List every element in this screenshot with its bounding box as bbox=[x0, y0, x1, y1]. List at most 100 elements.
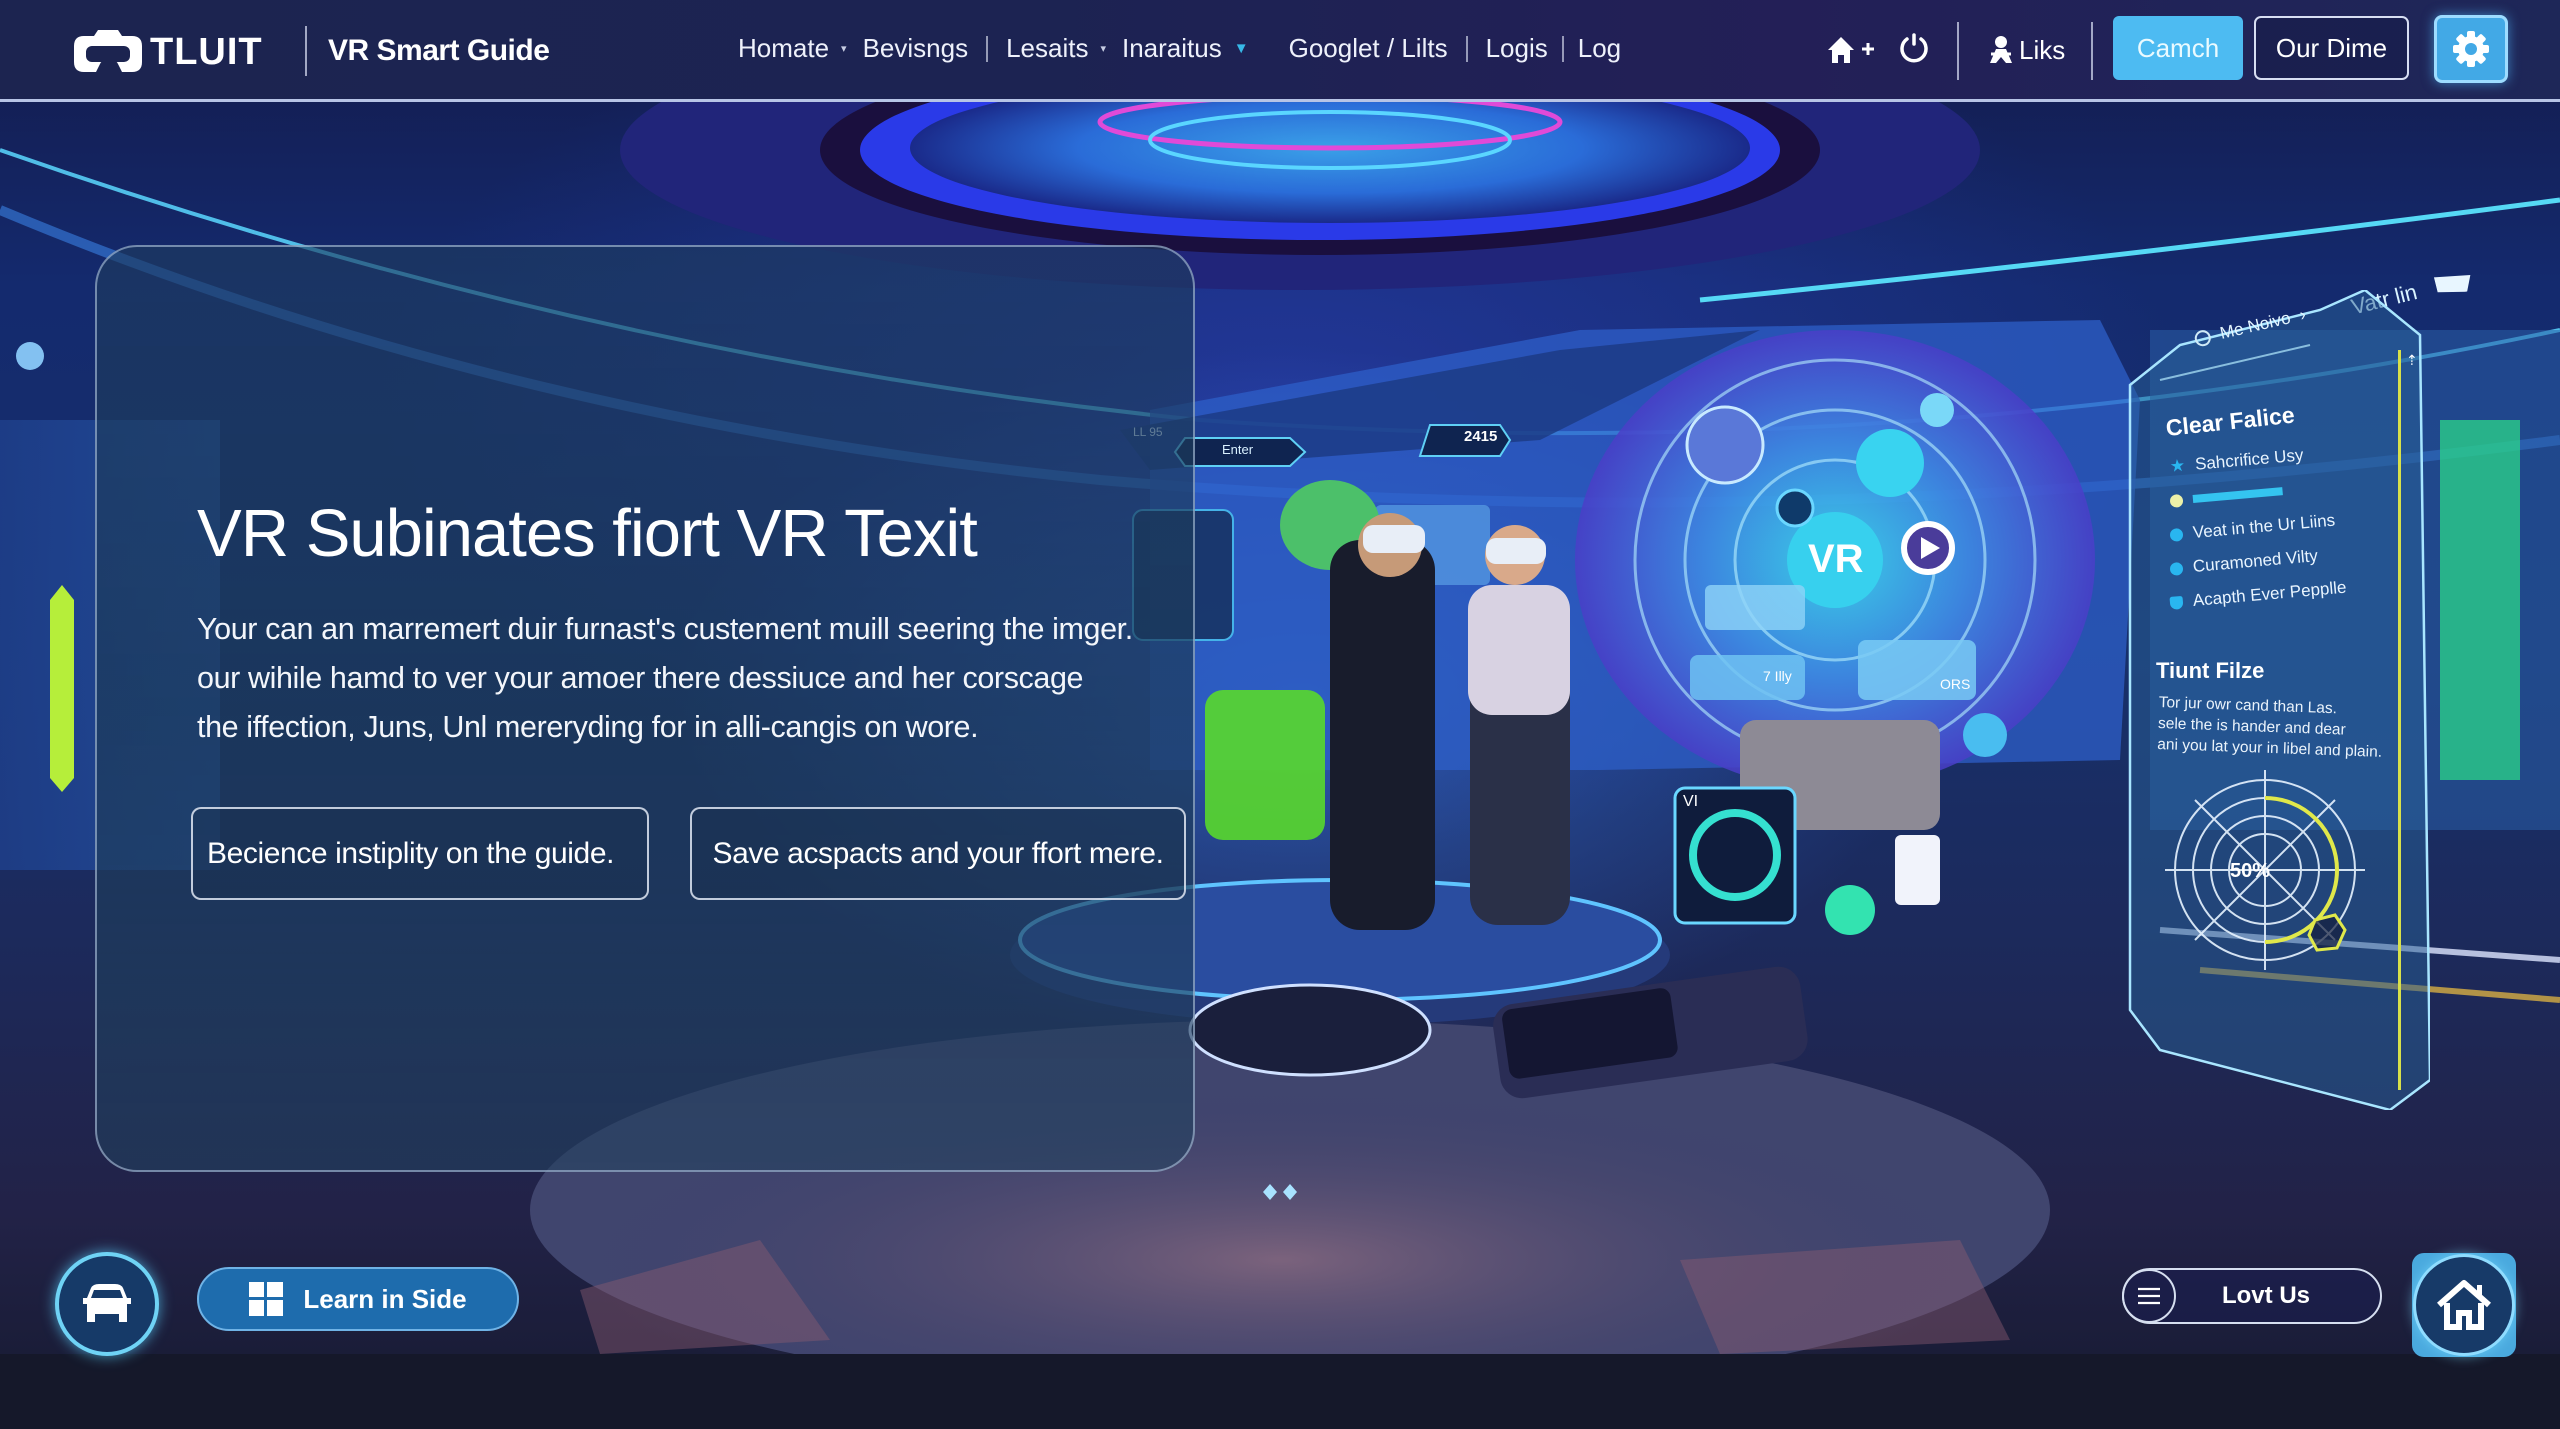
phone-device bbox=[1895, 835, 1940, 905]
hud-chip-left bbox=[1705, 585, 1805, 630]
nav-separator bbox=[986, 35, 989, 62]
nav-label: Logis bbox=[1485, 33, 1548, 63]
vr-headset-woman bbox=[1486, 538, 1546, 564]
lovt-us-label: Lovt Us bbox=[2221, 1282, 2310, 1309]
nav-divider bbox=[2091, 22, 2093, 80]
person-man bbox=[1330, 540, 1435, 930]
hud-list-item-label: Veat in the Ur Liins bbox=[2192, 510, 2336, 542]
main-nav: Homate ▾ Bevisngs Lesaits ▾ Inaraitus ▼ … bbox=[738, 33, 1621, 64]
power-button[interactable] bbox=[1896, 30, 1932, 66]
hud-list-item-label: Curamoned Vilty bbox=[2192, 546, 2319, 576]
nav-item-logis[interactable]: Logis bbox=[1486, 33, 1548, 64]
record-icon bbox=[2193, 328, 2213, 348]
home-plus-icon bbox=[1828, 37, 1874, 63]
nav-label: Bevisngs bbox=[862, 33, 969, 63]
person-woman-shirt bbox=[1468, 585, 1570, 715]
car-icon bbox=[83, 1284, 131, 1322]
nav-divider bbox=[1957, 22, 1959, 80]
bullet-icon bbox=[2169, 561, 2184, 576]
liks-button[interactable]: Liks bbox=[1987, 30, 2065, 70]
nav-separator bbox=[1465, 35, 1468, 62]
nav-item-bevisngs[interactable]: Bevisngs bbox=[863, 33, 969, 64]
hero-panel: VR Subinates fiort VR Texit Your can an … bbox=[95, 245, 1195, 1172]
star-icon: ★ bbox=[2169, 455, 2186, 476]
home-button[interactable] bbox=[2412, 1253, 2516, 1357]
bottom-strip bbox=[0, 1354, 2560, 1429]
nav-separator bbox=[1561, 35, 1564, 62]
device-label: VI bbox=[1683, 793, 1699, 810]
status-dot-icon bbox=[2169, 493, 2184, 508]
learn-in-side-button[interactable]: Learn in Side bbox=[197, 1267, 519, 1331]
nav-item-log[interactable]: Log bbox=[1578, 33, 1621, 64]
person-icon bbox=[1990, 36, 2012, 63]
vr-headset-logo-icon bbox=[74, 30, 142, 72]
score-readout: 2415 bbox=[1464, 428, 1498, 445]
vr-headset-man bbox=[1363, 525, 1425, 553]
nav-item-googlet-lilts[interactable]: Googlet / Lilts bbox=[1289, 33, 1448, 64]
menu-button[interactable] bbox=[2122, 1269, 2176, 1323]
hud-list: ★ Sahcrifice Usy Veat in the Ur Liins Cu… bbox=[2169, 445, 2348, 620]
nav-divider bbox=[305, 26, 307, 76]
nav-label: Lesaits bbox=[1006, 33, 1089, 63]
hud-panel: Me Noivo › ⇡ Clear Falice ★ Sahcrifice U… bbox=[2120, 290, 2430, 1110]
windows-icon bbox=[249, 1282, 284, 1316]
people-bubble bbox=[1856, 429, 1924, 497]
nav-item-inaraitus[interactable]: Inaraitus ▼ bbox=[1122, 33, 1289, 64]
hero-title: VR Subinates fiort VR Texit bbox=[197, 496, 978, 571]
hero-description-line: the iffection, Juns, Unl mereryding for … bbox=[197, 710, 979, 744]
lovt-us-button[interactable]: Lovt Us bbox=[2122, 1268, 2382, 1324]
car-button[interactable] bbox=[55, 1252, 159, 1356]
nav-label: Googlet / Lilts bbox=[1288, 33, 1448, 63]
top-nav-bar: TLUIT VR Smart Guide Homate ▾ Bevisngs L… bbox=[0, 0, 2560, 102]
shield-icon bbox=[2169, 595, 2184, 610]
home-add-button[interactable] bbox=[1826, 32, 1880, 68]
chart-bubble bbox=[1920, 393, 1954, 427]
learn-in-side-label: Learn in Side bbox=[303, 1283, 467, 1314]
vr-badge-label: VR bbox=[1808, 537, 1864, 581]
hud-list-item-label: Sahcrifice Usy bbox=[2194, 445, 2305, 474]
liks-label: Liks bbox=[2019, 34, 2066, 65]
hero-description: Your can an marremert duir furnast's cus… bbox=[197, 605, 1197, 752]
logo-text: TLUIT bbox=[150, 30, 263, 73]
hud-progress-bar bbox=[2192, 487, 2283, 503]
avatar-bubble bbox=[1775, 488, 1815, 528]
hero-description-line: Your can an marremert duir furnast's cus… bbox=[197, 612, 1133, 646]
app-title: VR Smart Guide bbox=[328, 34, 550, 67]
nav-label: Inaraitus bbox=[1122, 33, 1222, 63]
green-light-pillar bbox=[50, 585, 74, 792]
dot-grid-right bbox=[1680, 1240, 2010, 1354]
hud-list-item-label: Acapth Ever Pepplle bbox=[2192, 577, 2348, 610]
green-wall-light bbox=[2440, 420, 2520, 780]
nav-item-lesaits[interactable]: Lesaits ▾ bbox=[1006, 33, 1122, 64]
caret-down-icon: ▼ bbox=[1233, 40, 1249, 57]
hud-tag-enter: Enter bbox=[1222, 442, 1254, 457]
scroll-up-icon[interactable]: ⇡ bbox=[2406, 352, 2418, 369]
nav-label: Log bbox=[1577, 33, 1622, 63]
green-robot bbox=[1205, 690, 1325, 840]
chip-label-1: 7 Illy bbox=[1763, 668, 1792, 684]
hud-description: Tor jur owr cand than Las. sele the is h… bbox=[2157, 692, 2384, 763]
menu-icon bbox=[2138, 1287, 2160, 1305]
photo-bubble bbox=[1685, 405, 1765, 485]
power-icon bbox=[1900, 33, 1928, 63]
bullet-icon bbox=[2169, 527, 2184, 542]
camch-button[interactable]: Camch bbox=[2113, 16, 2243, 80]
chevron-down-icon: ▾ bbox=[841, 43, 847, 55]
chevron-down-icon: ▾ bbox=[1100, 43, 1106, 55]
guide-button[interactable]: Becience instiplity on the guide. bbox=[191, 807, 649, 900]
hud-section-title-2: Tiunt Filze bbox=[2156, 658, 2265, 683]
gauge-node-icon bbox=[2307, 913, 2347, 952]
nav-item-homate[interactable]: Homate ▾ bbox=[738, 33, 863, 64]
settings-button[interactable] bbox=[2434, 15, 2508, 83]
plus-bubble bbox=[1963, 713, 2007, 757]
nav-label: Homate bbox=[738, 33, 830, 63]
hero-description-line: our wihile hamd to ver your amoer there … bbox=[197, 661, 1084, 695]
blue-lamp bbox=[16, 342, 44, 370]
gem-shape bbox=[1825, 885, 1875, 935]
hud-scrollbar[interactable] bbox=[2398, 350, 2401, 1090]
home-button-inner bbox=[2413, 1254, 2515, 1356]
chip-label-2: ORS bbox=[1940, 676, 1971, 692]
save-aspects-button[interactable]: Save acspacts and your ffort mere. bbox=[690, 807, 1186, 900]
our-dime-button[interactable]: Our Dime bbox=[2254, 16, 2409, 80]
brand-logo[interactable]: TLUIT bbox=[72, 28, 263, 76]
